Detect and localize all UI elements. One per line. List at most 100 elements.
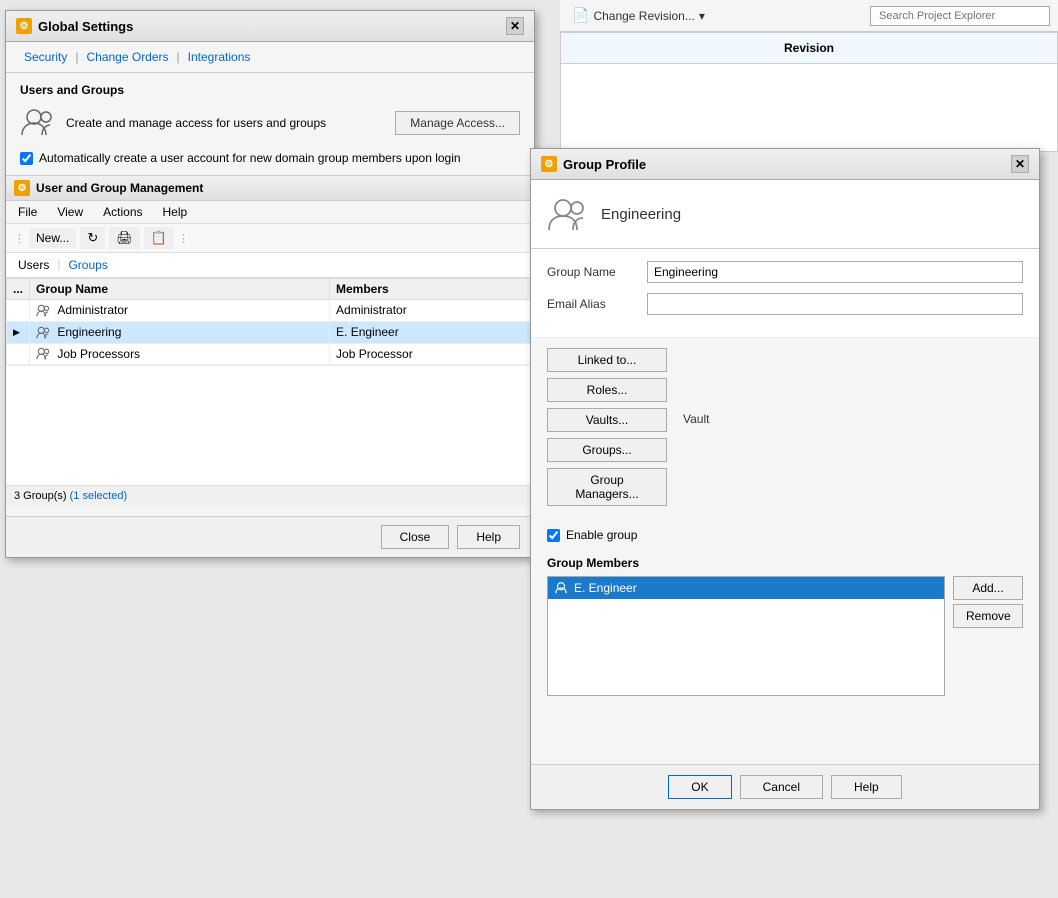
search-input[interactable] xyxy=(870,6,1050,26)
group-name-cell: Engineering xyxy=(30,321,330,343)
group-members-list: E. Engineer xyxy=(547,576,945,696)
group-members-section: Group Members E. Engineer Add... Remove xyxy=(531,548,1039,704)
dropdown-icon: ▾ xyxy=(699,9,705,23)
menu-actions[interactable]: Actions xyxy=(99,203,146,221)
col-expand: ... xyxy=(7,279,30,300)
list-item[interactable]: E. Engineer xyxy=(548,577,944,599)
group-profile-title: Group Profile xyxy=(563,157,646,172)
group-managers-button[interactable]: Group Managers... xyxy=(547,468,667,506)
toolbar-refresh-button[interactable]: ↻ xyxy=(80,227,105,249)
status-selected: (1 selected) xyxy=(70,490,127,502)
ugm-tabs: Users | Groups xyxy=(6,253,534,278)
groups-button[interactable]: Groups... xyxy=(547,438,667,462)
enable-group-row: Enable group xyxy=(531,522,1039,548)
group-name-label: Group Name xyxy=(547,265,647,279)
auto-create-checkbox-row: Automatically create a user account for … xyxy=(20,151,520,165)
group-profile-dialog: ⚙ Group Profile ✕ Engineering Group Name… xyxy=(530,148,1040,810)
global-settings-dialog: ⚙ Global Settings ✕ Security | Change Or… xyxy=(5,10,535,558)
ugm-window: ⚙ User and Group Management File View Ac… xyxy=(6,175,534,506)
users-groups-description: Create and manage access for users and g… xyxy=(66,116,326,130)
enable-group-checkbox[interactable] xyxy=(547,529,560,542)
group-profile-footer: OK Cancel Help xyxy=(531,764,1039,809)
table-row[interactable]: Job Processors Job Processor xyxy=(7,343,534,365)
group-members-buttons: Add... Remove xyxy=(953,576,1023,696)
member-name: E. Engineer xyxy=(574,581,637,595)
enable-group-label: Enable group xyxy=(566,528,637,542)
ugm-title-bar: ⚙ User and Group Management xyxy=(6,176,534,201)
members-cell: Job Processor xyxy=(330,343,534,365)
group-profile-buttons: Linked to... Roles... Vaults... Vault Gr… xyxy=(531,338,1039,522)
group-members-label: Group Members xyxy=(547,556,1023,570)
group-name-cell: Administrator xyxy=(30,300,330,322)
revision-panel: Revision xyxy=(560,32,1058,152)
auto-create-label: Automatically create a user account for … xyxy=(39,151,461,165)
col-members: Members xyxy=(330,279,534,300)
row-expand xyxy=(7,300,30,322)
tab-security[interactable]: Security xyxy=(18,48,73,66)
users-icon-large xyxy=(20,105,56,141)
group-profile-header: Engineering xyxy=(531,180,1039,249)
group-avatar xyxy=(547,194,587,234)
global-settings-nav: Security | Change Orders | Integrations xyxy=(6,42,534,73)
toolbar-print-button[interactable]: 🖨 xyxy=(109,227,140,249)
ugm-menu-bar: File View Actions Help xyxy=(6,201,534,224)
email-alias-input[interactable] xyxy=(647,293,1023,315)
change-revision-button[interactable]: 📄 Change Revision... ▾ xyxy=(568,5,709,26)
add-member-button[interactable]: Add... xyxy=(953,576,1023,600)
toolbar-new-button[interactable]: New... xyxy=(29,228,76,248)
help-button[interactable]: Help xyxy=(831,775,902,799)
change-revision-label: Change Revision... xyxy=(593,9,694,23)
close-button[interactable]: Close xyxy=(381,525,450,549)
status-bar: 3 Group(s) (1 selected) xyxy=(6,485,534,506)
help-button[interactable]: Help xyxy=(457,525,520,549)
global-settings-close-button[interactable]: ✕ xyxy=(506,17,524,35)
table-row[interactable]: Administrator Administrator xyxy=(7,300,534,322)
menu-help[interactable]: Help xyxy=(159,203,192,221)
remove-member-button[interactable]: Remove xyxy=(953,604,1023,628)
group-profile-title-bar: ⚙ Group Profile ✕ xyxy=(531,149,1039,180)
manage-access-button[interactable]: Manage Access... xyxy=(395,111,520,135)
tab-users[interactable]: Users xyxy=(14,257,53,273)
members-cell: E. Engineer xyxy=(330,321,534,343)
linked-to-button[interactable]: Linked to... xyxy=(547,348,667,372)
document-icon: 📄 xyxy=(572,7,589,24)
email-alias-label: Email Alias xyxy=(547,297,647,311)
global-settings-footer: Close Help xyxy=(6,516,534,557)
ugm-empty-area xyxy=(6,365,534,485)
group-name-input[interactable] xyxy=(647,261,1023,283)
global-settings-icon: ⚙ xyxy=(16,18,32,34)
revision-header: Revision xyxy=(561,33,1057,64)
status-count: 3 Group(s) xyxy=(14,490,67,502)
menu-view[interactable]: View xyxy=(53,203,87,221)
ugm-title: User and Group Management xyxy=(36,181,203,195)
row-expand xyxy=(7,343,30,365)
ok-button[interactable]: OK xyxy=(668,775,731,799)
auto-create-checkbox[interactable] xyxy=(20,152,33,165)
group-name-cell: Job Processors xyxy=(30,343,330,365)
tab-change-orders[interactable]: Change Orders xyxy=(80,48,174,66)
group-profile-spacer xyxy=(531,704,1039,764)
cancel-button[interactable]: Cancel xyxy=(740,775,823,799)
vault-label: Vault xyxy=(675,408,717,430)
col-group-name: Group Name xyxy=(30,279,330,300)
group-icon xyxy=(36,347,53,361)
global-settings-title: Global Settings xyxy=(38,19,133,34)
group-profile-icon: ⚙ xyxy=(541,156,557,172)
users-groups-label: Users and Groups xyxy=(20,83,520,97)
global-settings-title-bar: ⚙ Global Settings ✕ xyxy=(6,11,534,42)
top-bar: 📄 Change Revision... ▾ xyxy=(560,0,1058,32)
tab-integrations[interactable]: Integrations xyxy=(182,48,257,66)
row-expand[interactable]: ▶ xyxy=(7,321,30,343)
toolbar-copy-button[interactable]: 📋 xyxy=(144,227,174,249)
ugm-icon: ⚙ xyxy=(14,180,30,196)
group-icon xyxy=(36,325,53,339)
ugm-toolbar: ⋮ New... ↻ 🖨 📋 ⋮ xyxy=(6,224,534,253)
vaults-button[interactable]: Vaults... xyxy=(547,408,667,432)
group-profile-close-button[interactable]: ✕ xyxy=(1011,155,1029,173)
group-icon xyxy=(36,303,53,317)
tab-groups[interactable]: Groups xyxy=(64,257,111,273)
group-profile-form: Group Name Email Alias xyxy=(531,249,1039,338)
roles-button[interactable]: Roles... xyxy=(547,378,667,402)
table-row[interactable]: ▶ Engineering E. Engineer xyxy=(7,321,534,343)
menu-file[interactable]: File xyxy=(14,203,41,221)
